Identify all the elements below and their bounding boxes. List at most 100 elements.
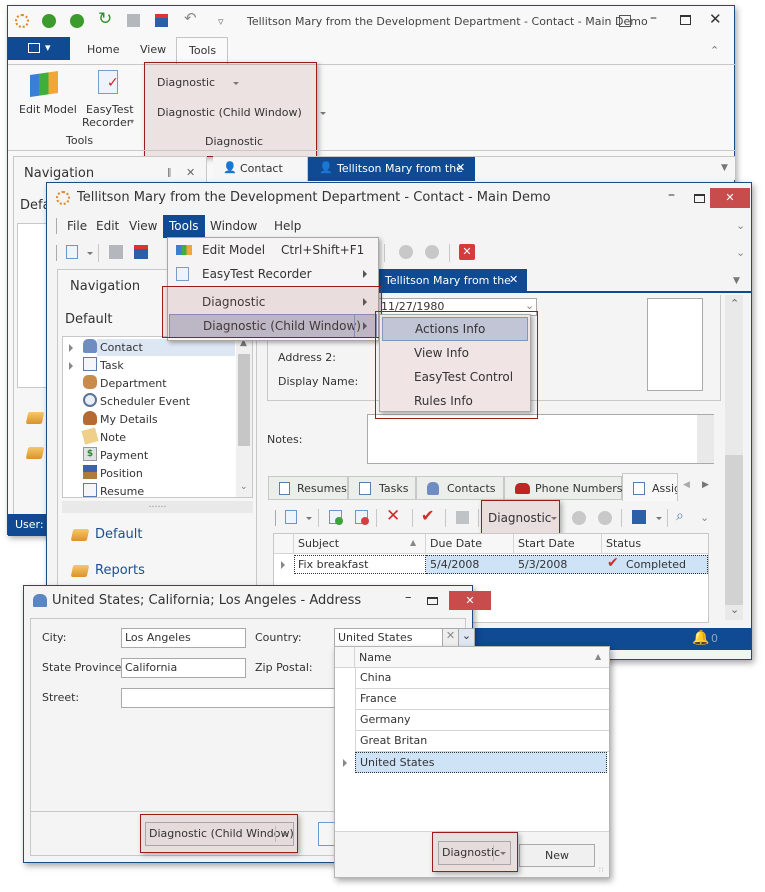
tree-item-task[interactable]: Task bbox=[63, 357, 235, 374]
close-tab-icon[interactable]: ✕ bbox=[509, 273, 518, 286]
maximize-icon[interactable] bbox=[694, 194, 705, 203]
column-header-subject[interactable]: Subject ▲ bbox=[294, 534, 426, 554]
menu-window[interactable]: Window bbox=[210, 219, 257, 233]
detail-tab-resumes[interactable]: Resumes bbox=[268, 476, 348, 500]
notifications-bell-icon[interactable]: 🔔 bbox=[692, 630, 709, 646]
tree-item-my-details[interactable]: My Details bbox=[63, 411, 235, 428]
diagnostic-child-window-dropdown[interactable]: Diagnostic (Child Window) bbox=[157, 106, 326, 119]
tree-item-scheduler-event[interactable]: Scheduler Event bbox=[63, 393, 235, 410]
lookup-diagnostic-button[interactable]: Diagnostic bbox=[438, 841, 511, 865]
list-item[interactable]: China bbox=[355, 668, 609, 689]
form-scrollbar[interactable]: ⌃ ⌄ bbox=[725, 295, 743, 620]
close-tab-icon[interactable]: ✕ bbox=[456, 161, 465, 174]
quick-access-dropdown-icon[interactable]: ▿ bbox=[218, 15, 224, 28]
save-icon[interactable] bbox=[109, 245, 123, 259]
minimize-icon[interactable]: – bbox=[650, 10, 657, 26]
list-item-selected[interactable]: United States bbox=[355, 752, 607, 773]
tab-scroll-left-icon[interactable]: ◀ bbox=[683, 480, 690, 490]
ribbon-collapse-icon[interactable]: ⌃ bbox=[710, 44, 719, 57]
column-header-due-date[interactable]: Due Date bbox=[426, 534, 514, 554]
close-panel-icon[interactable]: ✕ bbox=[186, 166, 195, 179]
detail-tab-assignments[interactable]: Assig bbox=[622, 473, 678, 501]
new-dropdown-icon[interactable] bbox=[87, 252, 93, 255]
menu-item-easytest-recorder[interactable]: EasyTest Recorder bbox=[168, 262, 378, 286]
save-icon[interactable] bbox=[127, 14, 140, 27]
doc-tab-tellitson[interactable]: 👤 Tellitson Mary from the ✕ bbox=[308, 157, 475, 181]
detail-tab-contacts[interactable]: Contacts bbox=[416, 476, 504, 500]
previous-record-icon[interactable] bbox=[42, 14, 56, 28]
address-diagnostic-button[interactable]: Diagnostic (Child Window) bbox=[145, 822, 294, 846]
delete-icon[interactable]: ✕ bbox=[459, 244, 475, 260]
clear-country-icon[interactable]: ✕ bbox=[442, 628, 459, 648]
list-item[interactable]: France bbox=[355, 689, 609, 710]
close-button[interactable]: ✕ bbox=[449, 591, 491, 610]
menu-item-edit-model[interactable]: Edit Model Ctrl+Shift+F1 bbox=[168, 238, 378, 262]
minimize-icon[interactable]: – bbox=[668, 187, 675, 203]
delete-icon[interactable]: ✕ bbox=[386, 506, 400, 526]
list-item[interactable]: Germany bbox=[355, 710, 609, 731]
menu-tools[interactable]: Tools bbox=[163, 215, 205, 238]
expand-icon[interactable] bbox=[69, 344, 73, 352]
column-header-status[interactable]: Status bbox=[602, 534, 708, 554]
tree-item-payment[interactable]: $ Payment bbox=[63, 447, 235, 464]
country-dropdown-button[interactable]: ⌄ bbox=[458, 628, 475, 648]
maximize-icon[interactable] bbox=[680, 15, 691, 25]
detail-tab-phone-numbers[interactable]: Phone Numbers bbox=[504, 476, 623, 500]
pin-icon[interactable]: ‖ bbox=[167, 168, 172, 178]
country-field[interactable]: United States bbox=[334, 628, 444, 648]
search-icon[interactable]: ⌕ bbox=[676, 508, 684, 524]
table-row[interactable]: Fix breakfast 5/4/2008 5/3/2008 ✔ Comple… bbox=[274, 555, 708, 575]
tree-item-note[interactable]: Note bbox=[63, 427, 235, 446]
grid-view-icon[interactable] bbox=[456, 511, 469, 524]
list-item[interactable]: Great Britan bbox=[355, 731, 609, 752]
tree-item-department[interactable]: Department bbox=[63, 375, 235, 392]
diagnostic-dropdown[interactable]: Diagnostic bbox=[157, 76, 240, 89]
next-record-icon[interactable] bbox=[598, 511, 612, 525]
scroll-down-icon[interactable]: ⌄ bbox=[240, 482, 248, 492]
refresh-icon[interactable]: ↻ bbox=[98, 9, 112, 29]
scroll-down-icon[interactable]: ⌄ bbox=[730, 603, 739, 616]
scroll-thumb[interactable] bbox=[725, 455, 743, 605]
undo-icon[interactable]: ↶ bbox=[184, 9, 197, 27]
street-field[interactable] bbox=[121, 688, 341, 708]
tree-scrollbar[interactable]: ▲ ⌄ bbox=[236, 337, 252, 497]
new-button[interactable]: New bbox=[519, 844, 595, 867]
next-record-icon[interactable] bbox=[70, 14, 84, 28]
new-icon[interactable] bbox=[285, 510, 297, 524]
new-dropdown-icon[interactable] bbox=[306, 517, 312, 520]
toolbar-overflow-icon[interactable]: ⌄ bbox=[700, 511, 709, 524]
tabs-dropdown-icon[interactable]: ▼ bbox=[721, 163, 728, 173]
column-header-start-date[interactable]: Start Date bbox=[514, 534, 602, 554]
previous-record-icon[interactable] bbox=[572, 511, 586, 525]
ribbon-tab-home[interactable]: Home bbox=[87, 43, 119, 56]
menu-overflow-icon[interactable]: ⌄ bbox=[736, 219, 745, 232]
minimize-icon[interactable]: – bbox=[405, 590, 412, 605]
state-field[interactable]: California bbox=[121, 658, 246, 678]
nav-group-default[interactable]: Default bbox=[66, 524, 246, 548]
easytest-recorder-button[interactable]: ✓ EasyTest Recorder ▾ bbox=[80, 66, 140, 129]
tabs-dropdown-icon[interactable]: ▼ bbox=[733, 276, 740, 286]
next-record-icon[interactable] bbox=[425, 245, 439, 259]
tree-item-position[interactable]: Position bbox=[63, 465, 235, 482]
menu-edit[interactable]: Edit bbox=[96, 219, 119, 233]
detail-tab-tasks[interactable]: Tasks bbox=[348, 476, 416, 500]
link-icon[interactable] bbox=[329, 510, 343, 525]
doc-tab-tellitson[interactable]: Tellitson Mary from the ✕ bbox=[379, 269, 527, 293]
tab-scroll-right-icon[interactable]: ▶ bbox=[702, 480, 709, 490]
menu-file[interactable]: File bbox=[67, 219, 87, 233]
ribbon-tab-tools[interactable]: Tools bbox=[176, 37, 228, 65]
close-button[interactable]: ✕ bbox=[710, 188, 750, 208]
save-close-icon[interactable] bbox=[134, 245, 148, 259]
edit-model-button[interactable]: Edit Model bbox=[16, 68, 77, 124]
scroll-up-icon[interactable]: ⌃ bbox=[730, 297, 739, 310]
pin-window-icon[interactable] bbox=[619, 15, 631, 27]
resize-grip-icon[interactable]: ∷ bbox=[599, 866, 603, 874]
complete-task-icon[interactable]: ✔ bbox=[421, 506, 434, 525]
unlink-icon[interactable] bbox=[355, 510, 369, 525]
nav-group-reports[interactable]: Reports bbox=[66, 560, 246, 584]
splitter-handle[interactable]: …… bbox=[62, 501, 253, 513]
city-field[interactable]: Los Angeles bbox=[121, 628, 246, 648]
column-header-name[interactable]: Name ▲ bbox=[355, 647, 609, 668]
tree-item-resume[interactable]: Resume bbox=[63, 483, 235, 498]
scroll-thumb[interactable] bbox=[238, 354, 250, 446]
